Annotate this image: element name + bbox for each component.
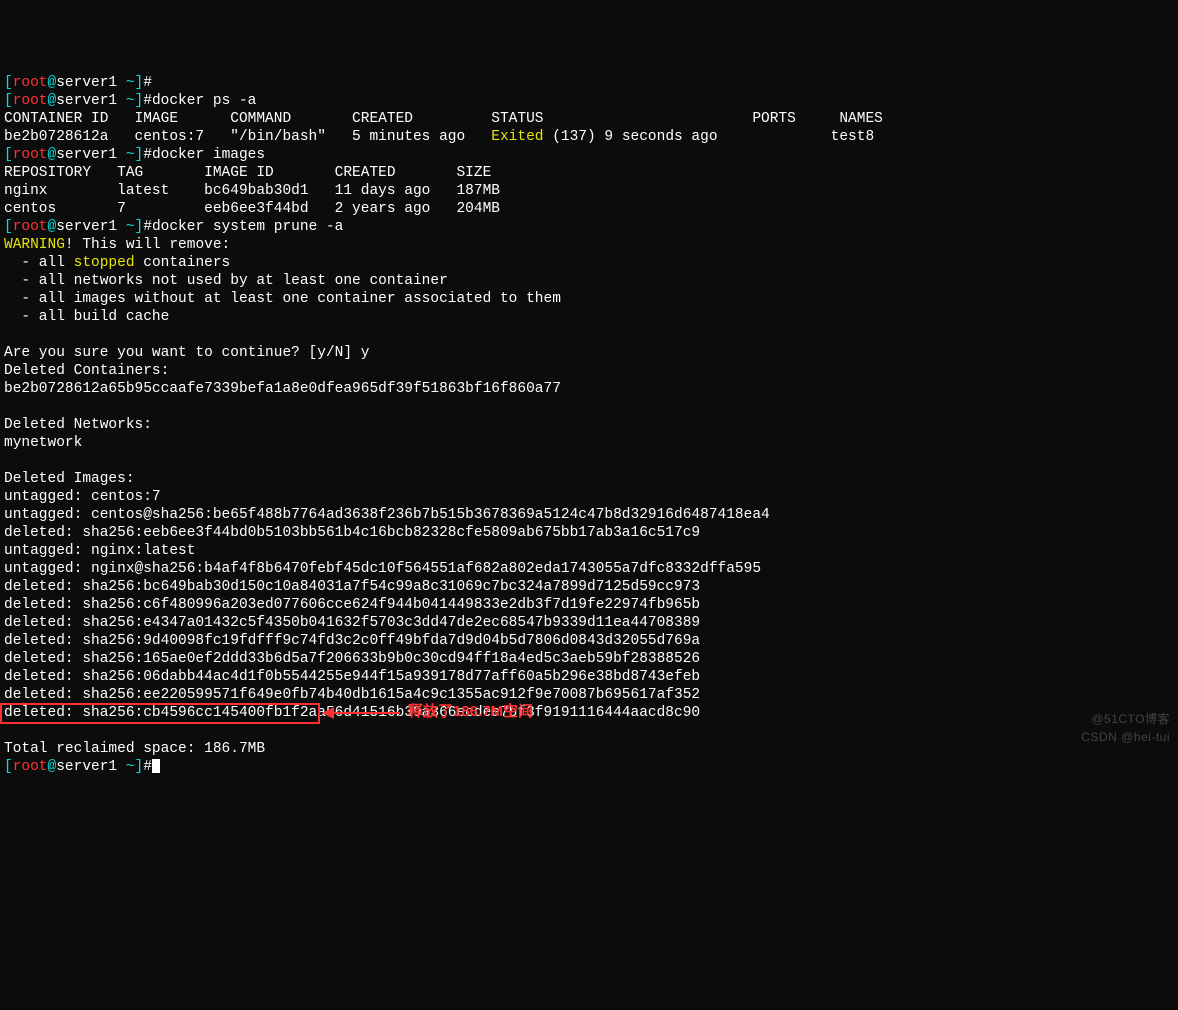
deleted-networks-header: Deleted Networks: <box>4 417 152 433</box>
prompt-at: @ <box>48 75 57 91</box>
watermark-2: CSDN @hei-tui <box>1081 728 1170 746</box>
prompt-hash: # <box>143 75 152 91</box>
deleted-image-10: deleted: sha256:165ae0ef2ddd33b6d5a7f206… <box>4 651 700 667</box>
cmd-docker-prune[interactable]: docker system prune -a <box>152 219 343 235</box>
annotation-arrow-line <box>330 712 400 714</box>
prompt-user: root <box>13 75 48 91</box>
total-reclaimed: Total reclaimed space: 186.7MB <box>4 741 265 757</box>
deleted-image-08: deleted: sha256:e4347a01432c5f4350b04163… <box>4 615 700 631</box>
terminal-output: [root@server1 ~]# [root@server1 ~]#docke… <box>4 74 1174 776</box>
deleted-image-06: deleted: sha256:bc649bab30d150c10a84031a… <box>4 579 700 595</box>
warning-label: WARNING <box>4 237 65 253</box>
deleted-image-04: untagged: nginx:latest <box>4 543 195 559</box>
deleted-container-1: be2b0728612a65b95ccaafe7339befa1a8e0dfea… <box>4 381 561 397</box>
annotation-arrow-head-icon <box>322 707 334 719</box>
cmd-docker-images[interactable]: docker images <box>152 147 265 163</box>
ps-header: CONTAINER ID IMAGE COMMAND CREATED STATU… <box>4 111 883 127</box>
images-row-1: nginx latest bc649bab30d1 11 days ago 18… <box>4 183 500 199</box>
deleted-image-01: untagged: centos:7 <box>4 489 161 505</box>
warn-bullet-1a: - all <box>4 255 74 271</box>
warning-text: ! This will remove: <box>65 237 230 253</box>
warn-bullet-3: - all images without at least one contai… <box>4 291 561 307</box>
cursor[interactable] <box>152 759 160 773</box>
prompt-host: server1 <box>56 75 117 91</box>
annotation-box <box>0 703 320 724</box>
images-header: REPOSITORY TAG IMAGE ID CREATED SIZE <box>4 165 491 181</box>
images-row-2: centos 7 eeb6ee3f44bd 2 years ago 204MB <box>4 201 500 217</box>
prompt-close: ] <box>135 75 144 91</box>
deleted-image-12: deleted: sha256:ee220599571f649e0fb74b40… <box>4 687 700 703</box>
deleted-image-07: deleted: sha256:c6f480996a203ed077606cce… <box>4 597 700 613</box>
watermark-1: @51CTO博客 <box>1091 710 1170 728</box>
deleted-image-09: deleted: sha256:9d40098fc19fdfff9c74fd3c… <box>4 633 700 649</box>
warn-bullet-1b: containers <box>135 255 231 271</box>
deleted-image-05: untagged: nginx@sha256:b4af4f8b6470febf4… <box>4 561 761 577</box>
annotation-text: 释放了186.7M空间 <box>408 703 533 721</box>
deleted-images-header: Deleted Images: <box>4 471 135 487</box>
warn-bullet-4: - all build cache <box>4 309 169 325</box>
cmd-docker-ps[interactable]: docker ps -a <box>152 93 256 109</box>
deleted-network-1: mynetwork <box>4 435 82 451</box>
deleted-image-03: deleted: sha256:eeb6ee3f44bd0b5103bb561b… <box>4 525 700 541</box>
deleted-image-11: deleted: sha256:06dabb44ac4d1f0b5544255e… <box>4 669 700 685</box>
warn-stopped: stopped <box>74 255 135 271</box>
confirm-prompt[interactable]: Are you sure you want to continue? [y/N]… <box>4 345 369 361</box>
ps-row-1b: (137) 9 seconds ago test8 <box>544 129 875 145</box>
deleted-image-02: untagged: centos@sha256:be65f488b7764ad3… <box>4 507 770 523</box>
prompt-dir: ~ <box>117 75 134 91</box>
warn-bullet-2: - all networks not used by at least one … <box>4 273 448 289</box>
prompt-open: [ <box>4 75 13 91</box>
deleted-containers-header: Deleted Containers: <box>4 363 169 379</box>
ps-row-1a: be2b0728612a centos:7 "/bin/bash" 5 minu… <box>4 129 491 145</box>
ps-row-1-status: Exited <box>491 129 543 145</box>
